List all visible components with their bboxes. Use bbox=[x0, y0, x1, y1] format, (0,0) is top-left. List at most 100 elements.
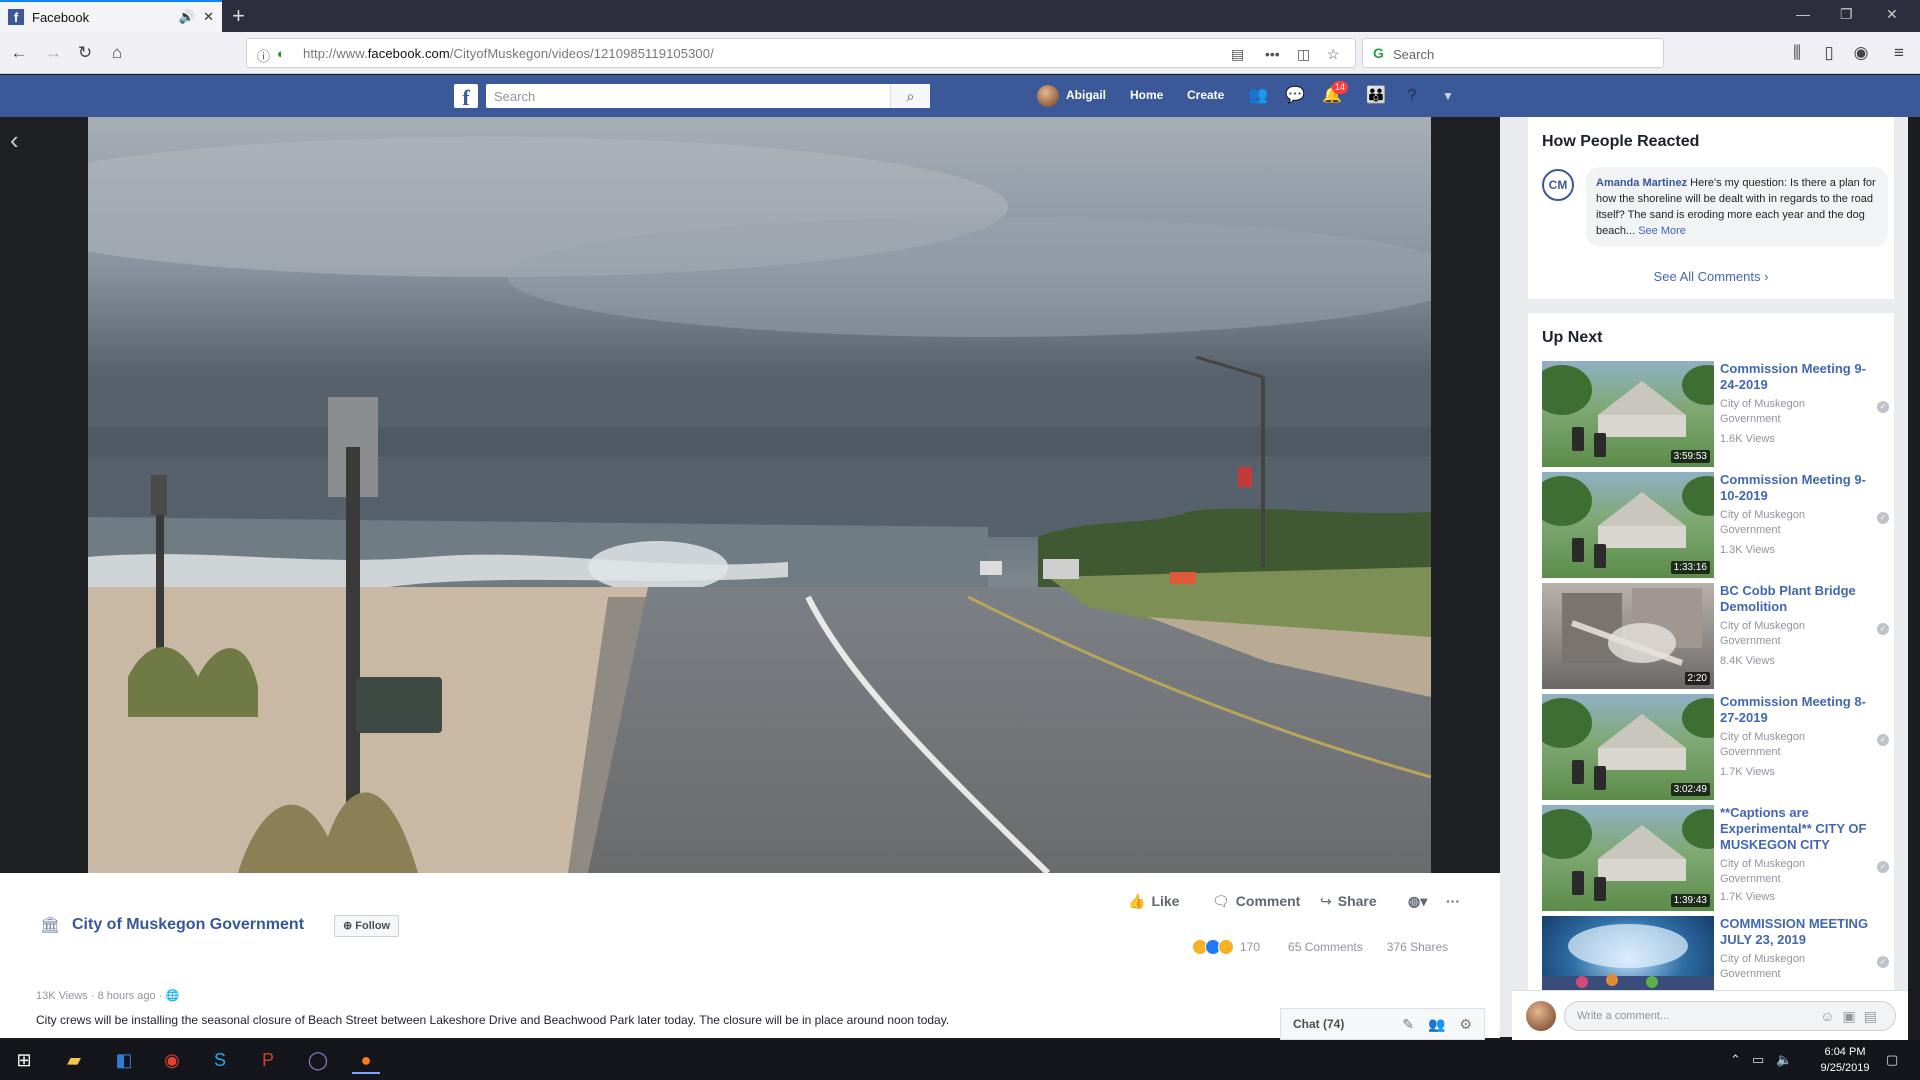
home-icon[interactable]: ⌂ bbox=[106, 42, 128, 64]
video-player[interactable] bbox=[88, 117, 1431, 873]
network-icon[interactable]: ▭ bbox=[1752, 1052, 1764, 1068]
web-search-box[interactable]: G Search bbox=[1362, 38, 1664, 68]
video-thumbnail[interactable]: 1:33:16 bbox=[1542, 472, 1714, 578]
browser-tab-facebook[interactable]: f Facebook 🔊 ✕ bbox=[0, 0, 222, 32]
post-as-selector[interactable]: ◍▾ bbox=[1408, 893, 1427, 910]
skype-icon[interactable]: S bbox=[206, 1046, 234, 1074]
comment-button[interactable]: 🗨 Comment bbox=[1212, 893, 1300, 910]
speaker-icon[interactable]: 🔊 bbox=[179, 9, 195, 25]
video-title-link[interactable]: Commission Meeting 9-10-2019 bbox=[1720, 472, 1880, 504]
friend-requests-icon[interactable]: 👥 bbox=[1248, 86, 1268, 106]
create-group-icon[interactable]: 👥 bbox=[1428, 1016, 1445, 1033]
up-next-item[interactable]: 3:02:49 Commission Meeting 8-27-2019 Cit… bbox=[1542, 694, 1889, 800]
video-thumbnail[interactable]: 2:20 bbox=[1542, 583, 1714, 689]
close-tab-icon[interactable]: ✕ bbox=[203, 9, 214, 25]
account-menu-chevron-down-icon[interactable]: ▼ bbox=[1438, 86, 1458, 106]
pocket-icon[interactable]: ◫ bbox=[1297, 46, 1310, 63]
comment-input[interactable]: Write a comment... ☺▣▤ bbox=[1564, 1001, 1896, 1031]
up-next-item[interactable]: 2:20 BC Cobb Plant Bridge Demolition Cit… bbox=[1542, 583, 1889, 689]
home-link[interactable]: Home bbox=[1130, 88, 1163, 102]
channel-name[interactable]: City of Muskegon Government bbox=[1720, 857, 1840, 887]
system-clock[interactable]: 6:04 PM 9/25/2019 bbox=[1815, 1044, 1875, 1076]
up-next-item[interactable]: COMMISSION MEETING JULY 23, 2019 City of… bbox=[1542, 916, 1889, 990]
emoji-camera-gif-icons[interactable]: ☺▣▤ bbox=[1820, 1008, 1885, 1025]
channel-name[interactable]: City of Muskegon Government bbox=[1720, 397, 1840, 427]
city-page-icon[interactable]: 🏛 bbox=[40, 915, 62, 935]
see-all-comments-link[interactable]: See All Comments › bbox=[1528, 269, 1894, 284]
comments-count[interactable]: 65 Comments bbox=[1288, 940, 1363, 954]
comment-author-link[interactable]: Amanda Martinez bbox=[1596, 177, 1687, 189]
restore-icon[interactable]: ❐ bbox=[1840, 6, 1853, 23]
create-link[interactable]: Create bbox=[1187, 88, 1224, 102]
video-thumbnail[interactable]: 3:02:49 bbox=[1542, 694, 1714, 800]
firefox-icon[interactable]: ● bbox=[352, 1046, 380, 1074]
channel-name[interactable]: City of Muskegon Government bbox=[1720, 619, 1840, 649]
new-message-icon[interactable]: ✎ bbox=[1402, 1016, 1414, 1033]
follow-button[interactable]: ⊕ Follow bbox=[334, 915, 400, 937]
up-next-item[interactable]: 1:39:43 **Captions are Experimental** CI… bbox=[1542, 805, 1889, 911]
facebook-search-input[interactable]: Search ⌕ bbox=[486, 84, 930, 108]
bookmark-star-icon[interactable]: ☆ bbox=[1327, 46, 1340, 63]
up-next-item[interactable]: 1:33:16 Commission Meeting 9-10-2019 Cit… bbox=[1542, 472, 1889, 578]
library-icon[interactable]: ⫼ bbox=[1786, 42, 1808, 64]
chat-settings-gear-icon[interactable]: ⚙ bbox=[1459, 1016, 1472, 1033]
publisher-icon[interactable]: ◧ bbox=[110, 1046, 138, 1074]
menu-icon[interactable]: ≡ bbox=[1888, 42, 1910, 64]
info-icon[interactable]: ⓘ bbox=[257, 46, 270, 65]
reader-view-icon[interactable]: ▤ bbox=[1231, 46, 1244, 63]
channel-name[interactable]: City of Muskegon Government bbox=[1720, 730, 1840, 760]
video-thumbnail[interactable]: 1:39:43 bbox=[1542, 805, 1714, 911]
powerpoint-icon[interactable]: P bbox=[254, 1046, 282, 1074]
page-scrollbar[interactable] bbox=[1500, 117, 1512, 1037]
up-next-item[interactable]: 3:59:53 Commission Meeting 9-24-2019 Cit… bbox=[1542, 361, 1889, 467]
video-thumbnail[interactable] bbox=[1542, 916, 1714, 990]
channel-name[interactable]: City of Muskegon Government bbox=[1720, 508, 1840, 538]
share-button[interactable]: ↪ Share bbox=[1320, 893, 1377, 910]
tracking-protection-icon[interactable]: ◐ bbox=[277, 46, 285, 61]
video-title-link[interactable]: Commission Meeting 9-24-2019 bbox=[1720, 361, 1880, 393]
url-text[interactable]: http://www.facebook.com/CityofMuskegon/v… bbox=[303, 46, 714, 61]
search-icon[interactable]: ⌕ bbox=[890, 84, 930, 108]
facebook-search-placeholder: Search bbox=[494, 89, 536, 104]
posted-time[interactable]: 8 hours ago bbox=[98, 990, 156, 1002]
new-tab-button[interactable]: + bbox=[232, 4, 245, 28]
facebook-logo-icon[interactable]: f bbox=[454, 84, 478, 110]
back-icon[interactable]: ← bbox=[8, 42, 30, 64]
chrome-icon[interactable]: ◉ bbox=[158, 1046, 186, 1074]
page-actions-icon[interactable]: ••• bbox=[1265, 46, 1280, 62]
help-icon[interactable]: ? bbox=[1402, 86, 1422, 106]
sidebar-icon[interactable]: ▯ bbox=[1818, 42, 1840, 64]
volume-icon[interactable]: 🔈 bbox=[1776, 1052, 1792, 1068]
user-avatar[interactable] bbox=[1526, 1001, 1556, 1031]
reaction-summary[interactable]: 170 65 Comments 376 Shares bbox=[1192, 939, 1448, 955]
messenger-icon[interactable]: 💬 bbox=[1285, 86, 1305, 106]
video-title-link[interactable]: Commission Meeting 8-27-2019 bbox=[1720, 694, 1880, 726]
user-avatar[interactable] bbox=[1037, 85, 1059, 107]
more-options-icon[interactable]: ··· bbox=[1446, 893, 1460, 909]
like-button[interactable]: 👍 Like bbox=[1128, 893, 1179, 910]
windows-start-icon[interactable]: ⊞ bbox=[10, 1046, 38, 1074]
window-close-icon[interactable]: ✕ bbox=[1886, 6, 1898, 23]
commenter-avatar[interactable]: CM bbox=[1542, 169, 1574, 201]
shares-count[interactable]: 376 Shares bbox=[1387, 940, 1448, 954]
action-center-icon[interactable]: ▢ bbox=[1886, 1052, 1898, 1068]
previous-chevron-left-icon[interactable]: ‹ bbox=[10, 125, 19, 156]
profile-link[interactable]: Abigail bbox=[1066, 88, 1106, 102]
reload-icon[interactable]: ↻ bbox=[74, 42, 96, 64]
see-more-link[interactable]: See More bbox=[1638, 225, 1686, 237]
groups-icon[interactable]: 👪 bbox=[1366, 86, 1386, 106]
video-title-link[interactable]: COMMISSION MEETING JULY 23, 2019 bbox=[1720, 916, 1880, 948]
page-name-link[interactable]: City of Muskegon Government bbox=[72, 916, 304, 934]
minimize-icon[interactable]: — bbox=[1796, 6, 1810, 22]
tray-chevron-up-icon[interactable]: ⌃ bbox=[1730, 1052, 1741, 1068]
forward-icon[interactable]: → bbox=[42, 42, 64, 64]
chat-bar[interactable]: Chat (74) ✎ 👥 ⚙ bbox=[1280, 1008, 1485, 1040]
video-thumbnail[interactable]: 3:59:53 bbox=[1542, 361, 1714, 467]
channel-name[interactable]: City of Muskegon Government bbox=[1720, 952, 1840, 982]
obs-icon[interactable]: ◯ bbox=[304, 1046, 332, 1074]
video-title-link[interactable]: **Captions are Experimental** CITY OF MU… bbox=[1720, 805, 1880, 853]
account-icon[interactable]: ◉ bbox=[1850, 42, 1872, 64]
video-title-link[interactable]: BC Cobb Plant Bridge Demolition bbox=[1720, 583, 1880, 615]
file-explorer-icon[interactable]: ▰ bbox=[60, 1046, 88, 1074]
url-bar[interactable]: ⓘ ◐ http://www.facebook.com/CityofMuskeg… bbox=[246, 38, 1356, 68]
